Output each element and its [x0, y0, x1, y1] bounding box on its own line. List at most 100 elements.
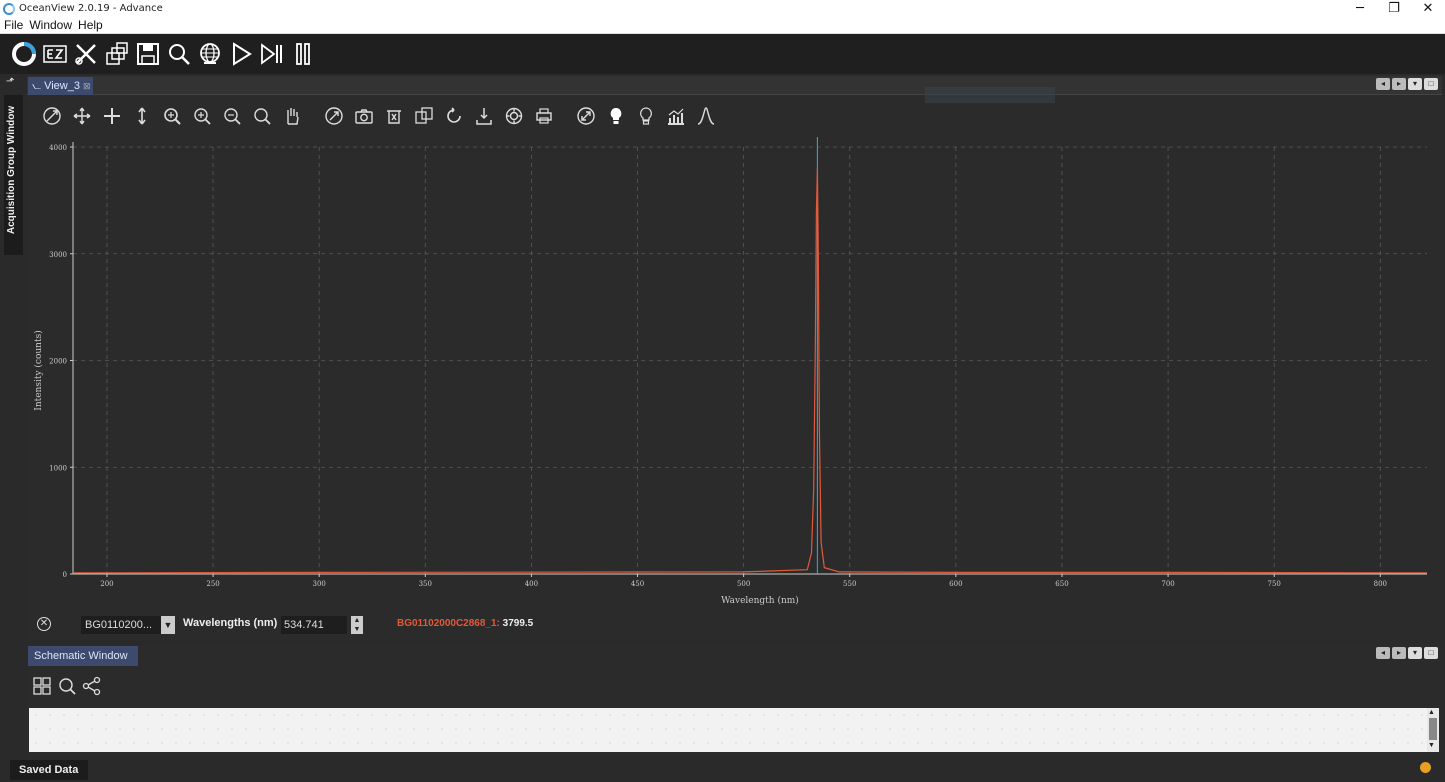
autoscale-button[interactable]	[37, 103, 67, 129]
view-panel: ⦦ View_3 ⊠ ◂ ▸ ▾ □ 200 250 300 350 400 4…	[27, 76, 1442, 640]
tab-schematic-window[interactable]: Schematic Window	[28, 646, 138, 666]
y-tick-label: 0	[63, 571, 67, 579]
restore-button[interactable]: ❐	[1377, 1, 1411, 16]
x-tick-label: 700	[1161, 580, 1174, 588]
wavelength-input[interactable]: 534.741	[281, 616, 347, 634]
refresh-button[interactable]	[439, 103, 469, 129]
bar-chart-button[interactable]	[661, 103, 691, 129]
device-select-arrow-icon[interactable]: ▼	[161, 616, 175, 634]
minimize-button[interactable]: ─	[1343, 1, 1377, 16]
expand-icon	[577, 107, 595, 125]
menu-help[interactable]: Help	[78, 18, 103, 32]
close-button[interactable]: ✕	[1411, 1, 1445, 16]
clear-button[interactable]	[379, 103, 409, 129]
share-button[interactable]	[79, 673, 104, 699]
panel-right-icon[interactable]: ▸	[1392, 78, 1406, 90]
crosshair-button[interactable]	[97, 103, 127, 129]
menu-file[interactable]: File	[4, 18, 23, 32]
zoom-in-icon	[194, 108, 211, 125]
acquisition-group-tab[interactable]: Acquisition Group Window	[4, 95, 23, 255]
schematic-scrollbar[interactable]: ▲ ▼	[1427, 708, 1439, 752]
graph-toolbar	[37, 103, 721, 129]
zoom-out-icon	[224, 108, 241, 125]
peak-button[interactable]	[691, 103, 721, 129]
zoom-out-button[interactable]	[217, 103, 247, 129]
tools-button[interactable]	[70, 38, 101, 70]
snapshot-button[interactable]	[349, 103, 379, 129]
search-icon	[58, 678, 76, 695]
window-title: OceanView 2.0.19 - Advance	[19, 3, 163, 14]
globe-button[interactable]	[194, 38, 225, 70]
search-button[interactable]	[163, 38, 194, 70]
schematic-maximize-icon[interactable]: □	[1424, 647, 1438, 659]
schematic-right-icon[interactable]: ▸	[1392, 647, 1406, 659]
wavelength-spinner[interactable]: ▲ ▼	[351, 616, 363, 634]
menu-bar: File Window Help	[0, 17, 1445, 34]
pan-button[interactable]	[67, 103, 97, 129]
tab-view-3-label: View_3	[44, 80, 80, 92]
readout-bar: ✕ BG0110200... ▼ Wavelengths (nm) 534.74…	[27, 612, 1442, 640]
ghost-tooltip	[925, 87, 1055, 103]
schematic-canvas[interactable]	[29, 708, 1427, 752]
schematic-left-icon[interactable]: ◂	[1376, 647, 1390, 659]
overlay-button[interactable]	[409, 103, 439, 129]
tools-icon	[74, 44, 96, 65]
schematic-menu-icon[interactable]: ▾	[1408, 647, 1422, 659]
remove-cursor-icon[interactable]: ✕	[37, 617, 51, 631]
device-select[interactable]: BG0110200...	[81, 616, 161, 634]
x-tick-label: 500	[737, 580, 750, 588]
panel-menu-icon[interactable]: ▾	[1408, 78, 1422, 90]
hand-pan-button[interactable]	[277, 103, 307, 129]
view-panel-controls: ◂ ▸ ▾ □	[1376, 78, 1438, 90]
x-tick-label: 200	[100, 580, 113, 588]
grid-icon	[32, 677, 51, 695]
main-toolbar	[0, 34, 1445, 74]
search-icon	[168, 44, 190, 65]
x-tick-label: 600	[949, 580, 962, 588]
light-off-button[interactable]	[631, 103, 661, 129]
export-button[interactable]	[469, 103, 499, 129]
zoom-button[interactable]	[247, 103, 277, 129]
stack-button[interactable]	[101, 38, 132, 70]
spectrum-plot[interactable]: 200 250 300 350 400 450 500 550 600 650 700 750 800 0…	[27, 132, 1442, 612]
schematic-panel-controls: ◂ ▸ ▾ □	[1376, 647, 1438, 659]
expand-button[interactable]	[571, 103, 601, 129]
refresh-icon	[447, 107, 461, 123]
x-tick-label: 800	[1374, 580, 1387, 588]
vertical-arrows-icon	[138, 107, 146, 125]
schematic-panel: Schematic Window ◂ ▸ ▾ □ ▲ ▼	[27, 645, 1442, 757]
menu-window[interactable]: Window	[29, 18, 72, 32]
zoom-in-button[interactable]	[187, 103, 217, 129]
rescale-button[interactable]	[319, 103, 349, 129]
light-on-button[interactable]	[601, 103, 631, 129]
bulb-filled-icon	[610, 108, 622, 124]
status-indicator-icon	[1420, 762, 1431, 773]
zoom-region-button[interactable]	[157, 103, 187, 129]
scroll-thumb[interactable]	[1429, 718, 1437, 740]
tab-view-3[interactable]: ⦦ View_3 ⊠	[28, 77, 93, 95]
tab-close-icon[interactable]: ⊠	[83, 81, 91, 92]
save-button[interactable]	[132, 38, 163, 70]
layers-icon	[105, 42, 128, 65]
oceanview-home-button[interactable]	[8, 38, 39, 70]
crosshair-icon	[104, 108, 120, 124]
saved-data-tab[interactable]: Saved Data	[10, 760, 88, 780]
grid-layout-button[interactable]	[29, 673, 54, 699]
series-value: 3799.5	[502, 618, 534, 629]
scroll-down-icon[interactable]: ▼	[1428, 742, 1435, 749]
single-step-button[interactable]	[256, 38, 287, 70]
schematic-search-button[interactable]	[54, 673, 79, 699]
panel-maximize-icon[interactable]: □	[1424, 78, 1438, 90]
pause-button[interactable]	[287, 38, 318, 70]
vertical-scale-button[interactable]	[127, 103, 157, 129]
panel-left-icon[interactable]: ◂	[1376, 78, 1390, 90]
save-icon	[136, 43, 159, 65]
ez-mode-button[interactable]	[39, 38, 70, 70]
play-button[interactable]	[225, 38, 256, 70]
settings-button[interactable]	[499, 103, 529, 129]
side-pin-icon[interactable]: ⬏	[6, 76, 20, 90]
x-axis-label: Wavelength (nm)	[721, 595, 799, 606]
print-button[interactable]	[529, 103, 559, 129]
x-tick-label: 450	[631, 580, 644, 588]
scroll-up-icon[interactable]: ▲	[1428, 709, 1435, 716]
